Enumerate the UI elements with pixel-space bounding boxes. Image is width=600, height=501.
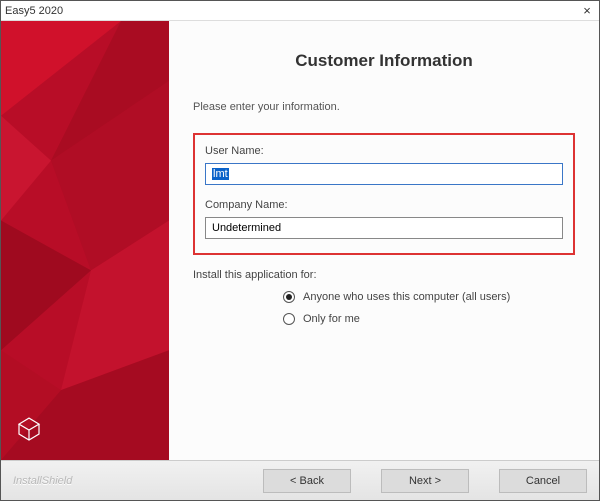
- window-title: Easy5 2020: [5, 5, 63, 17]
- company-label: Company Name:: [205, 199, 563, 211]
- radio-only-me-label: Only for me: [303, 313, 360, 325]
- close-icon[interactable]: ×: [579, 3, 595, 19]
- back-button[interactable]: < Back: [263, 469, 351, 493]
- username-label: User Name:: [205, 145, 563, 157]
- titlebar: Easy5 2020 ×: [1, 1, 599, 21]
- username-value: lmt: [212, 168, 229, 180]
- radio-all-users-label: Anyone who uses this computer (all users…: [303, 291, 510, 303]
- sidebar-graphic: [1, 21, 169, 460]
- company-field[interactable]: [205, 217, 563, 239]
- install-for-prompt: Install this application for:: [193, 269, 575, 281]
- window-body: Customer Information Please enter your i…: [1, 21, 599, 460]
- instruction-text: Please enter your information.: [193, 101, 575, 113]
- next-button[interactable]: Next >: [381, 469, 469, 493]
- footer-brand: InstallShield: [13, 475, 72, 487]
- footer-buttons: < Back Next > Cancel: [263, 469, 587, 493]
- radio-icon: [283, 313, 295, 325]
- username-field[interactable]: lmt: [205, 163, 563, 185]
- footer: InstallShield < Back Next > Cancel: [1, 460, 599, 500]
- main-panel: Customer Information Please enter your i…: [169, 21, 599, 460]
- page-title: Customer Information: [193, 51, 575, 71]
- installer-window: Easy5 2020 ×: [0, 0, 600, 501]
- cancel-button[interactable]: Cancel: [499, 469, 587, 493]
- fields-group: User Name: lmt Company Name:: [193, 133, 575, 255]
- radio-only-me[interactable]: Only for me: [283, 313, 575, 325]
- radio-all-users[interactable]: Anyone who uses this computer (all users…: [283, 291, 575, 303]
- radio-icon: [283, 291, 295, 303]
